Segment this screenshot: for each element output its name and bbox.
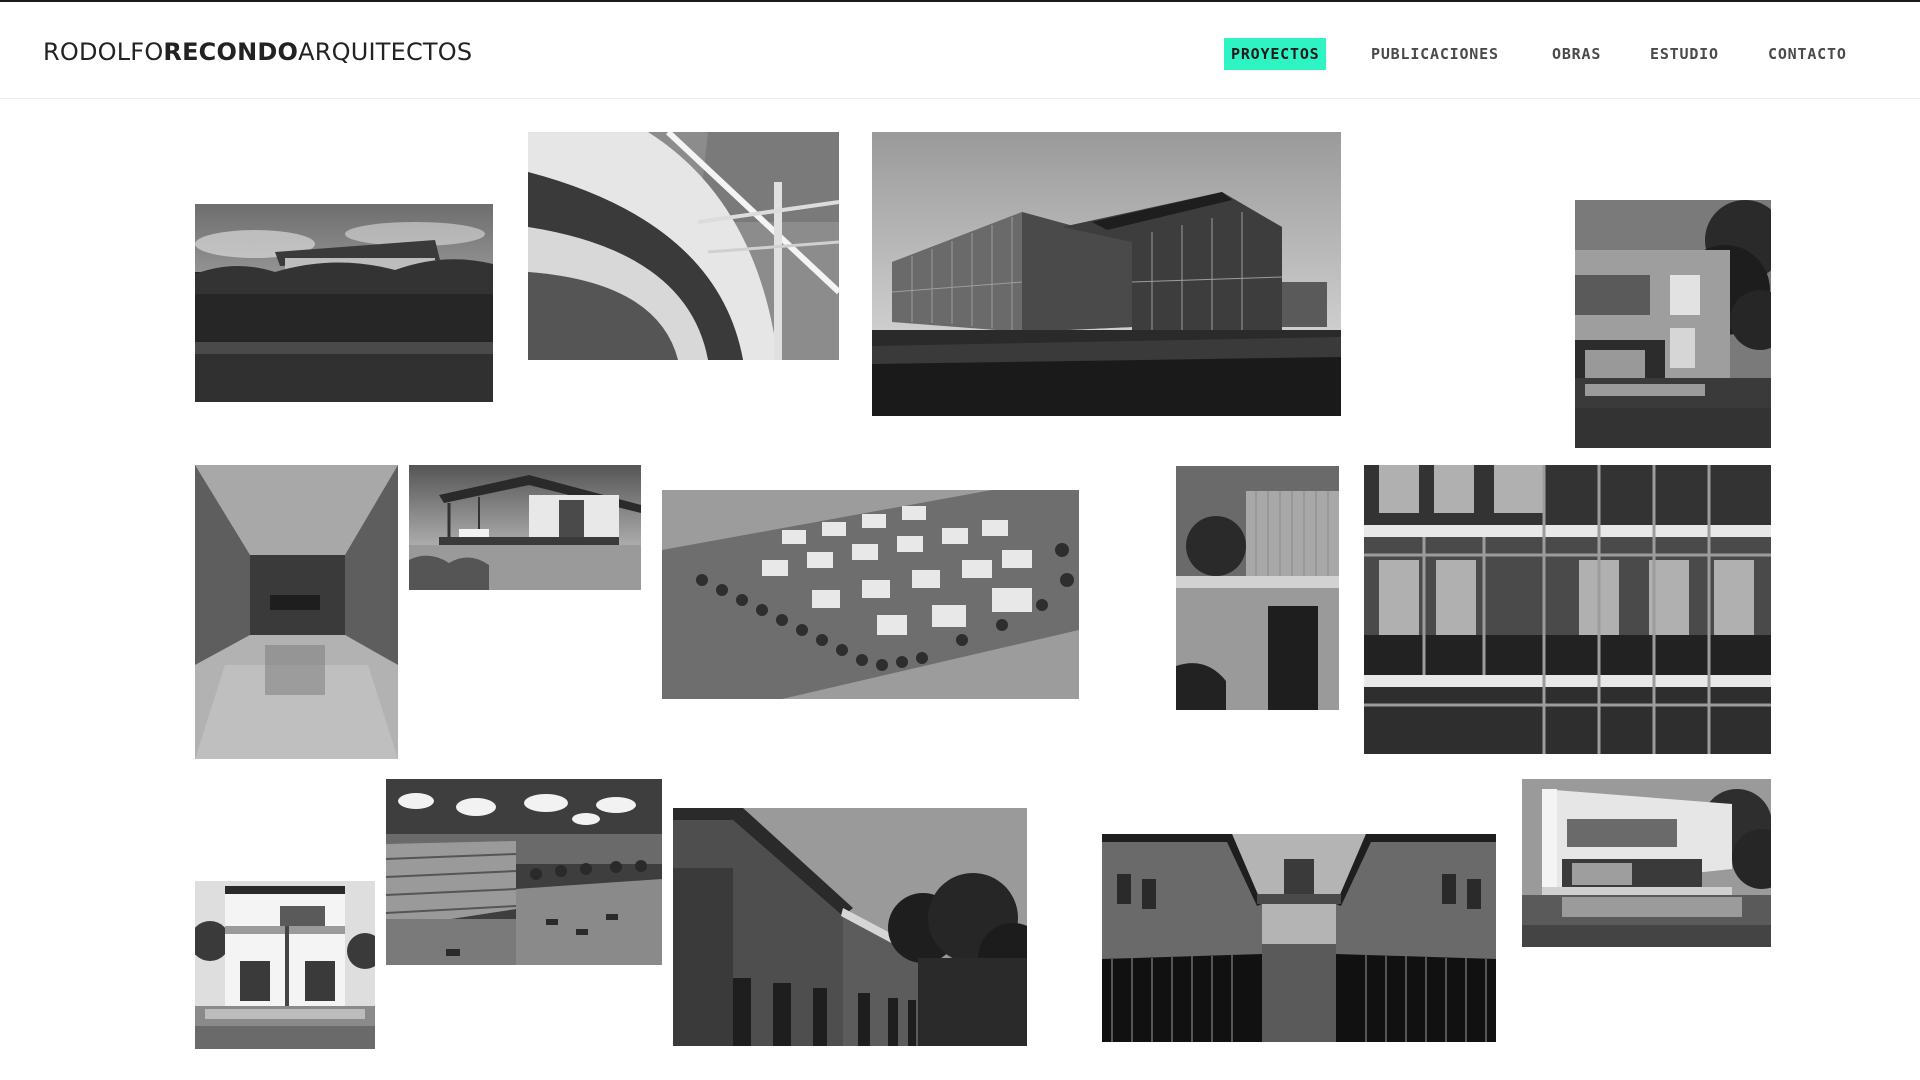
nav-estudio[interactable]: ESTUDIO [1650,38,1719,70]
project-thumbnail-building-corner[interactable] [673,808,1027,1046]
nav-proyectos[interactable]: PROYECTOS [1224,38,1327,70]
project-thumbnail-indoor-pool[interactable] [195,465,398,759]
project-thumbnail-hedge-house[interactable] [195,204,493,402]
project-thumbnail-pavilion[interactable] [409,465,641,590]
project-thumbnail-white-villa-pool[interactable] [1522,779,1771,947]
nav-publicaciones[interactable]: PUBLICACIONES [1371,38,1499,70]
project-thumbnail-curved-facade[interactable] [528,132,839,360]
site-header: RODOLFORECONDOARQUITECTOS PROYECTOS PUBL… [0,2,1920,99]
nav-obras[interactable]: OBRAS [1552,38,1601,70]
project-thumbnail-aerial-masterplan[interactable] [662,490,1079,699]
project-thumbnail-concrete-entrance[interactable] [1176,466,1339,710]
project-thumbnail-office-facade[interactable] [1364,465,1771,754]
main-nav: PROYECTOS PUBLICACIONES OBRAS ESTUDIO CO… [0,38,1920,74]
nav-contacto[interactable]: CONTACTO [1768,38,1847,70]
project-thumbnail-night-house[interactable] [1575,200,1771,448]
project-thumbnail-courtyard[interactable] [1102,834,1496,1042]
project-thumbnail-residential-aerial[interactable] [386,779,662,965]
project-thumbnail-glass-office[interactable] [872,132,1341,416]
project-thumbnail-small-villa[interactable] [195,881,375,1049]
